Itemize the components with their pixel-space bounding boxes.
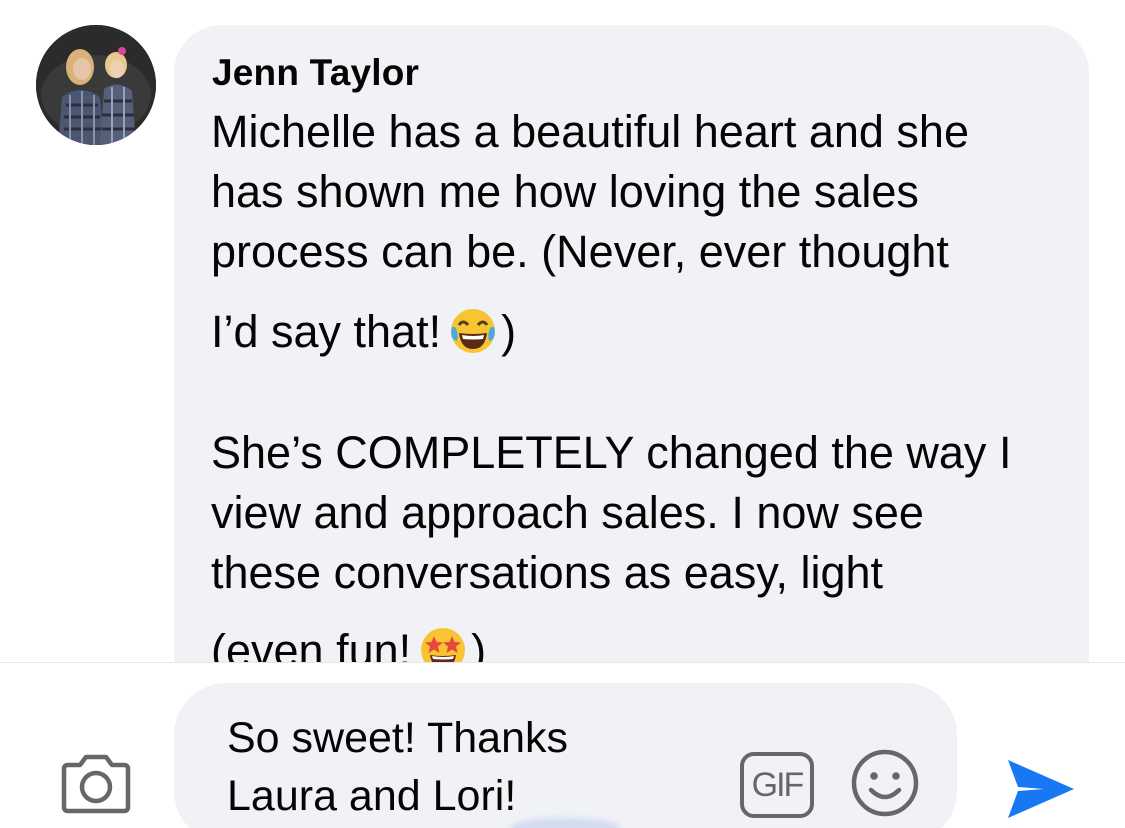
comment-line: these conversations as easy, light: [211, 547, 884, 598]
comment-line: view and approach sales. I now see: [211, 487, 924, 538]
comment-line-with-emoji: I’d say that! ): [211, 305, 516, 357]
comment-composer: So sweet! Thanks Laura and Lori! GIF: [0, 662, 1125, 828]
send-icon: [1008, 760, 1074, 818]
comment-line: (even fun!: [211, 625, 412, 662]
comment-input-text[interactable]: Laura and Lori!: [227, 775, 516, 818]
comment-line: She’s COMPLETELY changed the way I: [211, 427, 1012, 478]
avatar[interactable]: [36, 25, 156, 145]
comment-line: I’d say that!: [211, 306, 442, 357]
comment-thread: Jenn Taylor Michelle has a beautiful hea…: [0, 0, 1125, 662]
comment-line: ): [471, 625, 487, 662]
send-button[interactable]: [1004, 756, 1076, 822]
gif-label: GIF: [751, 766, 805, 804]
tears-of-joy-emoji: [447, 305, 499, 357]
comment-input-text[interactable]: So sweet! Thanks: [227, 717, 568, 760]
emoji-smile-icon: [851, 749, 919, 817]
camera-icon: [61, 754, 131, 814]
camera-button[interactable]: [58, 751, 134, 817]
comment-line: process can be. (Never, ever thought: [211, 226, 949, 277]
comment-line: ): [501, 306, 517, 357]
comment-author[interactable]: Jenn Taylor: [212, 52, 419, 94]
star-struck-emoji: [417, 624, 469, 662]
comment-line-with-emoji: (even fun! ): [211, 624, 486, 662]
comment-line: Michelle has a beautiful heart and she: [211, 106, 969, 157]
gif-button[interactable]: GIF: [740, 752, 814, 818]
comment-reply-screen: Jenn Taylor Michelle has a beautiful hea…: [0, 0, 1125, 828]
emoji-button[interactable]: [850, 748, 920, 818]
comment-line: has shown me how loving the sales: [211, 166, 919, 217]
